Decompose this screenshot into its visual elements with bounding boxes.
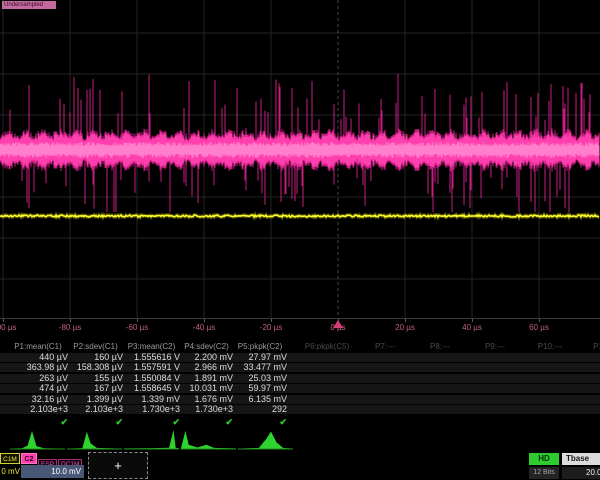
measurement-value: 1.555616 V (123, 353, 180, 362)
hd-bits-label: 12 Bits (529, 467, 559, 479)
axis-tick (204, 319, 205, 322)
axis-tick (405, 319, 406, 322)
time-axis-label: 40 µs (462, 323, 482, 332)
measurement-value: 32.16 µV (8, 395, 68, 404)
measurement-value: 1.730e+3 (123, 405, 180, 414)
measurement-value: 59.97 mV (233, 384, 287, 393)
add-trace-button[interactable]: + (88, 452, 148, 479)
axis-tick (271, 319, 272, 322)
timebase-descriptor[interactable]: Tbase (562, 453, 600, 465)
measurement-status-row: ✔✔✔✔✔ (0, 417, 600, 428)
time-axis-label: 60 µs (529, 323, 549, 332)
measurement-value: 2.200 mV (180, 353, 233, 362)
measurement-histicons (0, 429, 600, 451)
channel-c2-scale: 10.0 mV (21, 465, 84, 478)
histicon-thumbnail[interactable] (124, 429, 179, 451)
histicon-thumbnail[interactable] (67, 429, 122, 451)
measurement-value: 363.98 µV (8, 363, 68, 372)
channel-c1-descriptor[interactable]: C1M (0, 453, 20, 464)
channel-c2-descriptor[interactable]: C2 (21, 453, 37, 464)
measurement-value: 6.135 mV (233, 395, 287, 404)
measurement-value: 27.97 mV (233, 353, 287, 362)
measurement-header-inactive[interactable]: P7:--- (358, 342, 412, 352)
measurement-value: 1.891 mV (180, 374, 233, 383)
axis-tick (472, 319, 473, 322)
time-axis-label: -20 µs (260, 323, 282, 332)
axis-tick (137, 319, 138, 322)
measurement-row: 263 µV155 µV1.550084 V1.891 mV25.03 mV (0, 374, 600, 383)
undersampled-badge: Undersampled (2, 1, 56, 9)
histicon-thumbnail[interactable] (181, 429, 236, 451)
channel-c1-scale: 0 mV (0, 465, 20, 478)
channel-c2-coupling-chips: ESPDC1M (38, 453, 83, 464)
status-check-icon: ✔ (68, 417, 123, 427)
status-check-icon: ✔ (8, 417, 68, 427)
measurement-header[interactable]: P2:sdev(C1) (68, 342, 123, 352)
time-axis-label: -80 µs (59, 323, 81, 332)
axis-tick (539, 319, 540, 322)
measurement-value: 1.557591 V (123, 363, 180, 372)
measurement-row: 2.103e+32.103e+31.730e+31.730e+3292 (0, 405, 600, 414)
measurement-row: 474 µV167 µV1.558645 V10.031 mV59.97 mV (0, 384, 600, 393)
measurement-value: 474 µV (8, 384, 68, 393)
axis-tick (3, 319, 4, 322)
trigger-position-marker[interactable] (333, 320, 343, 328)
timebase-value: 20.0 (562, 467, 600, 479)
measurement-value: 1.558645 V (123, 384, 180, 393)
measurement-value: 1.730e+3 (180, 405, 233, 414)
measurement-header[interactable]: P1:mean(C1) (8, 342, 68, 352)
measurement-header-inactive[interactable]: P11:--- (578, 342, 600, 352)
measurement-value: 263 µV (8, 374, 68, 383)
measurement-value: 2.103e+3 (68, 405, 123, 414)
timebase-scale-text: 20.0 (586, 467, 600, 479)
grid-and-traces[interactable] (0, 0, 600, 318)
measurement-row: 32.16 µV1.399 µV1.339 mV1.676 mV6.135 mV (0, 395, 600, 404)
status-check-icon: ✔ (233, 417, 287, 427)
measurement-value: 10.031 mV (180, 384, 233, 393)
time-axis-label: 20 µs (395, 323, 415, 332)
time-axis-label: -40 µs (193, 323, 215, 332)
hd-mode-badge[interactable]: HD (529, 453, 559, 465)
measurement-value: 33.477 mV (233, 363, 287, 372)
measurement-value: 440 µV (8, 353, 68, 362)
status-check-icon: ✔ (123, 417, 180, 427)
descriptor-bar: C1M 0 mV C2 ESPDC1M 10.0 mV + HD 12 Bits… (0, 452, 600, 480)
histicon-thumbnail[interactable] (238, 429, 293, 451)
measurement-header[interactable]: P4:sdev(C2) (180, 342, 233, 352)
measurement-value: 1.339 mV (123, 395, 180, 404)
time-axis-label: -60 µs (126, 323, 148, 332)
measurement-value: 160 µV (68, 353, 123, 362)
waveform-display[interactable]: Undersampled (0, 0, 600, 318)
oscilloscope-screen: Undersampled -100 µs -80 µs -60 µs -40 µs -2… (0, 0, 600, 480)
histicon-thumbnail[interactable] (10, 429, 65, 451)
measurement-header[interactable]: P3:mean(C2) (123, 342, 180, 352)
measurement-value: 1.399 µV (68, 395, 123, 404)
measurement-value: 1.676 mV (180, 395, 233, 404)
measurement-value: 2.103e+3 (8, 405, 68, 414)
measurement-value: 155 µV (68, 374, 123, 383)
measurement-value: 1.550084 V (123, 374, 180, 383)
measurement-header-inactive[interactable]: P10:--- (523, 342, 577, 352)
measurement-header-inactive[interactable]: P6:pkpk(C5) (300, 342, 354, 352)
measurement-header-inactive[interactable]: P8:--- (413, 342, 467, 352)
status-check-icon: ✔ (180, 417, 233, 427)
measurement-value: 25.03 mV (233, 374, 287, 383)
measurement-value: 2.966 mV (180, 363, 233, 372)
measurement-value: 167 µV (68, 384, 123, 393)
measurement-value: 158.308 µV (68, 363, 123, 372)
measurement-header-inactive[interactable]: P9:--- (468, 342, 522, 352)
measurement-row: 440 µV160 µV1.555616 V2.200 mV27.97 mV (0, 353, 600, 362)
measurement-row: 363.98 µV158.308 µV1.557591 V2.966 mV33.… (0, 363, 600, 372)
time-axis-label: -100 µs (0, 323, 16, 332)
measurement-value: 292 (233, 405, 287, 414)
time-axis: -100 µs-80 µs-60 µs-40 µs-20 µs0 µs20 µs… (0, 318, 600, 337)
measurement-header[interactable]: P5:pkpk(C2) (233, 342, 287, 352)
axis-tick (70, 319, 71, 322)
